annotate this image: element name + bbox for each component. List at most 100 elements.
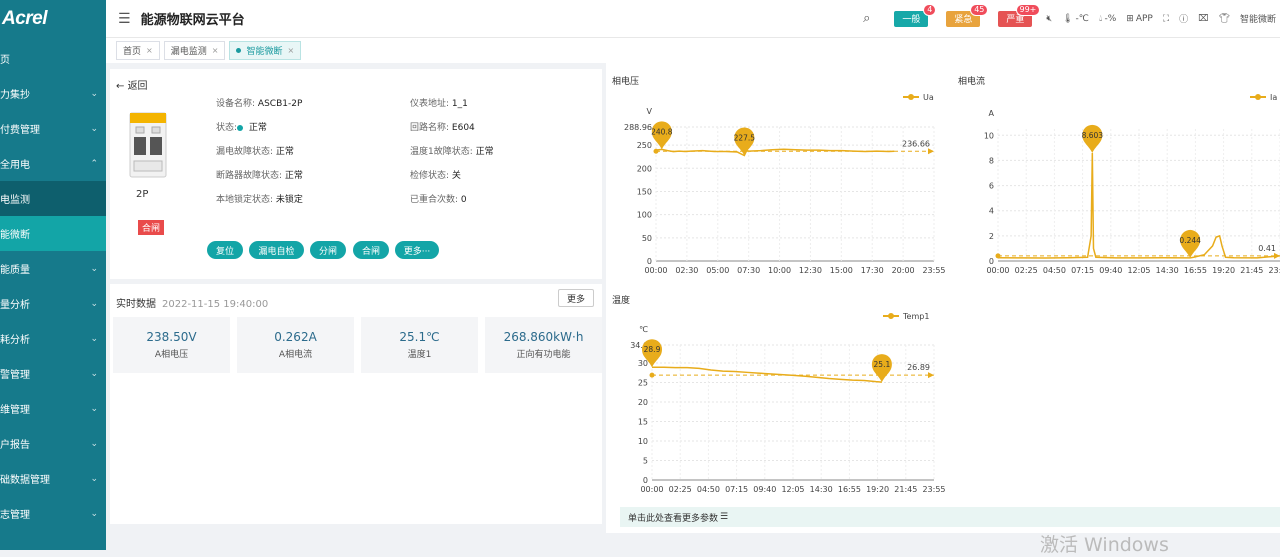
info-field: 漏电故障状态: 正常 [216,144,294,157]
y-tick-label: 8 [989,156,994,165]
charts-panel: 相电压 相电流 温度 Ua V 0 50 100 150 200 250 288.96 00:00… [606,63,1280,533]
sidebar-item[interactable]: 能质量 ⌄ [0,251,106,286]
y-tick-label: 50 [642,234,652,243]
max-min-marker: 8.603 [1082,124,1103,153]
realtime-value: 25.1℃ [399,330,440,344]
search-icon[interactable]: ⌕ [863,11,870,26]
info-value: 正常 [475,147,494,157]
y-tick-label: 15 [638,417,648,426]
action-button[interactable]: 更多··· [395,241,439,259]
app-link[interactable]: ⊞ APP [1126,14,1153,24]
max-min-marker: 25.1 [871,354,892,383]
back-label: 返回 [127,81,148,92]
sidebar-item-label: 页 [0,55,10,66]
action-button[interactable]: 分闸 [310,241,346,259]
language-icon[interactable]: ⌧ [1198,14,1208,24]
sidebar-item-label: 础数据管理 [0,475,50,486]
info-key: 检修状态: [410,171,450,181]
realtime-more-button[interactable]: 更多 [557,289,594,307]
x-tick-label: 14:30 [810,485,833,494]
back-link[interactable]: ← 返回 [116,77,148,92]
realtime-title: 实时数据 2022-11-15 19:40:00 [116,295,268,310]
sidebar-item-label: 志管理 [0,510,30,521]
sidebar-item[interactable]: 量分析 ⌄ [0,286,106,321]
tab-item[interactable]: 首页 × [116,41,160,60]
info-value: 正常 [275,147,294,157]
legend: Ua [903,93,934,102]
sidebar-item[interactable]: 维管理 ⌄ [0,391,106,426]
info-field: 本地锁定状态: 未锁定 [216,192,303,205]
theme-icon[interactable]: 👕︎ [1219,14,1230,24]
sidebar-item[interactable]: 志管理 ⌄ [0,496,106,531]
chevron-icon: ⌄ [90,473,98,484]
chevron-icon: ⌄ [90,263,98,274]
average-arrow [928,148,934,155]
close-icon[interactable]: × [212,46,219,55]
sidebar-item[interactable]: 户报告 ⌄ [0,426,106,461]
action-button[interactable]: 复位 [207,241,243,259]
action-button[interactable]: 漏电自检 [249,241,304,259]
y-axis-unit: V [647,107,653,116]
sidebar-item[interactable]: 耗分析 ⌄ [0,321,106,356]
x-tick-label: 23:55 [922,266,945,275]
sidebar-item[interactable]: 力集抄 ⌄ [0,76,106,111]
alert-badge[interactable]: 严重 99+ [998,3,1041,27]
current-chart-title: 相电流 [958,77,986,87]
user-name[interactable]: 智能微断 [1240,12,1276,25]
sidebar-item-label: 电监测 [0,195,30,206]
x-tick-label: 19:20 [1212,266,1235,275]
sidebar-item[interactable]: 警管理 ⌄ [0,356,106,391]
y-tick-label: 5 [643,456,648,465]
alert-badge[interactable]: 紧急 45 [946,3,989,27]
bottom-strip [106,530,606,550]
realtime-value: 268.860kW·h [503,330,584,344]
sidebar-item[interactable]: 础数据管理 ⌄ [0,461,106,496]
arrow-left-icon: ← [116,81,128,92]
alert-badge[interactable]: 一般 4 [894,3,937,27]
voltage-chart: Ua V 0 50 100 150 200 250 288.96 00:00 02:30 05:00 0… [624,93,946,275]
x-tick-label: 21:45 [1240,266,1263,275]
sidebar-item[interactable]: 电监测 [0,181,106,216]
x-tick-label: 17:30 [861,266,884,275]
mute-icon[interactable]: 🔇︎ [1046,14,1052,24]
legend-label: Ia [1270,93,1277,102]
chevron-icon: ⌃ [90,158,98,169]
realtime-value: 0.262A [274,330,317,344]
alert-label: 紧急 [954,15,973,25]
y-tick-label: 25 [638,378,648,387]
info-field: 检修状态: 关 [410,168,461,181]
info-key: 回路名称: [410,123,450,133]
chevron-icon: ⌄ [90,123,98,134]
tab-item[interactable]: 漏电监测 × [163,41,226,60]
chevron-icon: ⌄ [90,333,98,344]
more-params-link[interactable]: 单击此处查看更多参数 ☰ [620,507,1280,527]
y-tick-label: 4 [989,207,994,216]
sidebar-item[interactable]: 能微断 [0,216,106,251]
fullscreen-icon[interactable]: ⛶ [1163,14,1169,24]
sidebar-item[interactable]: 全用电 ⌃ [0,146,106,181]
close-icon[interactable]: × [287,46,294,55]
legend: Temp1 [883,312,929,321]
device-model: 2P [136,189,149,200]
menu-toggle-icon[interactable]: ☰ [118,11,131,27]
sidebar-item-label: 力集抄 [0,90,30,101]
sidebar-item[interactable]: 页 [0,41,106,76]
sidebar-item[interactable]: 付费管理 ⌄ [0,111,106,146]
realtime-card: 0.262A A相电流 [237,317,354,373]
tab-item[interactable]: 智能微断 × [229,41,302,60]
sidebar: Acrel 页力集抄 ⌄ 付费管理 ⌄ 全用电 ⌃ 电监测 能微断 能质量 ⌄ 量分析 ⌄ 耗分析 ⌄ 警管… [0,0,106,550]
qr-code-icon: ⊞ [1126,13,1134,24]
action-button[interactable]: 合闸 [353,241,389,259]
info-key: 已重合次数: [410,195,459,205]
help-icon[interactable]: ⓘ [1179,12,1188,25]
y-tick-label: 10 [984,131,994,140]
info-value: 正常 [284,171,303,181]
legend-marker [1255,94,1261,100]
y-tick-label: 2 [989,232,994,241]
close-icon[interactable]: × [146,46,153,55]
x-tick-label: 16:55 [1184,266,1207,275]
list-icon: ☰ [720,512,729,522]
x-tick-label: 19:20 [866,485,889,494]
x-tick-label: 16:55 [838,485,861,494]
x-tick-label: 23:55 [922,485,945,494]
